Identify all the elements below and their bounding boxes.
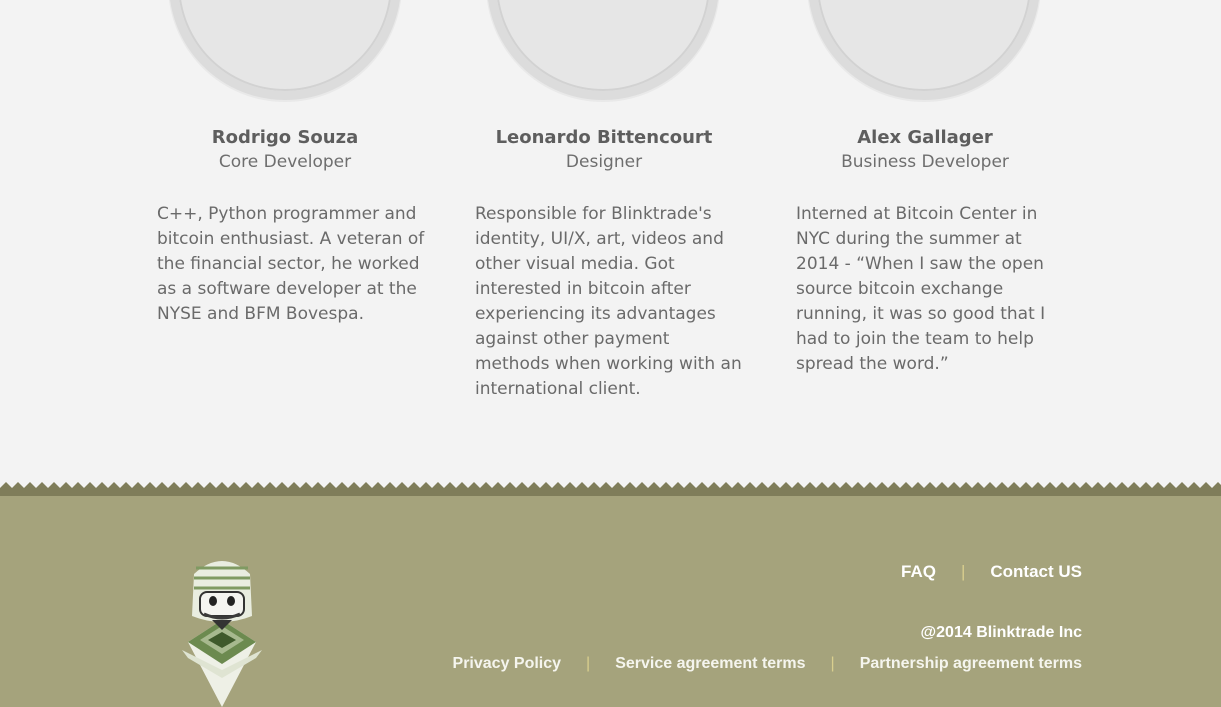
member-bio: C++, Python programmer and bitcoin enthu… (157, 204, 425, 324)
footer-nav-top: FAQ | Contact US (901, 562, 1082, 582)
separator: | (830, 655, 835, 672)
faq-link[interactable]: FAQ (901, 562, 936, 582)
member-role: Business Developer (841, 152, 1009, 172)
avatar (169, 0, 401, 100)
separator: | (960, 562, 966, 581)
copyright-text: @2014 Blinktrade Inc (920, 624, 1082, 641)
member-name: Leonardo Bittencourt (495, 127, 713, 148)
avatar (487, 0, 719, 100)
contact-us-link[interactable]: Contact US (990, 562, 1082, 582)
member-role: Designer (565, 152, 643, 172)
member-bio: Responsible for Blinktrade's identity, U… (475, 204, 742, 399)
footer-nav-legal: Privacy Policy | Service agreement terms… (453, 655, 1082, 673)
member-bio: Interned at Bitcoin Center in NYC during… (796, 204, 1046, 374)
member-name: Rodrigo Souza (211, 127, 359, 148)
team-section: Rodrigo Souza Core Developer C++, Python… (0, 0, 1221, 482)
avatar (808, 0, 1040, 100)
footer: FAQ | Contact US @2014 Blinktrade Inc Pr… (0, 496, 1221, 707)
member-name: Alex Gallager (857, 127, 993, 148)
partnership-agreement-link[interactable]: Partnership agreement terms (860, 655, 1082, 673)
service-agreement-link[interactable]: Service agreement terms (615, 655, 805, 673)
member-role: Core Developer (218, 152, 352, 172)
footer-zigzag-border (0, 478, 1221, 498)
separator: | (586, 655, 591, 672)
mascot-logo-icon (182, 561, 262, 707)
privacy-policy-link[interactable]: Privacy Policy (453, 655, 562, 673)
